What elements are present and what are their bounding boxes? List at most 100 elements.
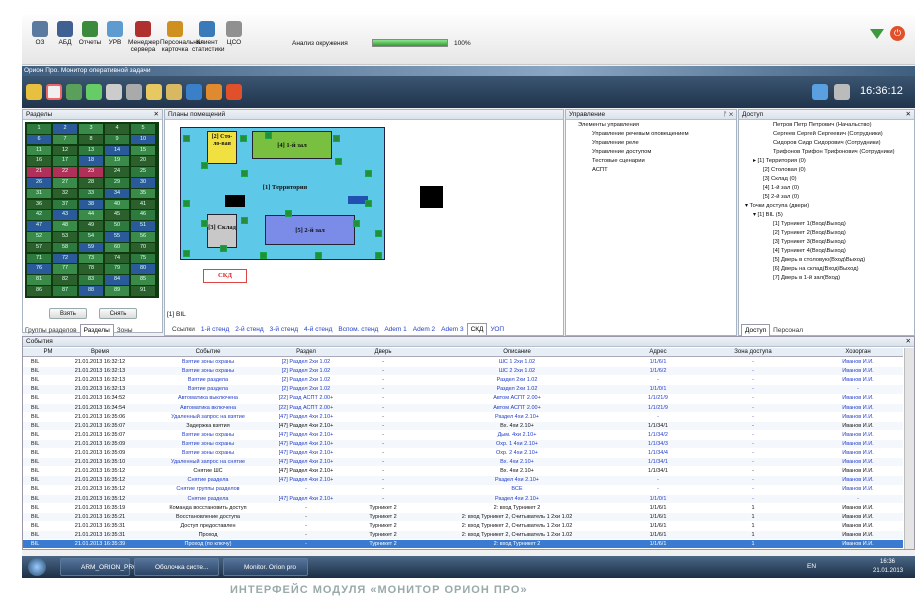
person-item[interactable]: Трифонов Трифон Трифонович (Сотрудники) — [745, 148, 895, 157]
table-row[interactable]: BIL 21.01.2013 16:35:10 Удаленный запрос н… — [23, 458, 903, 467]
access-point-item[interactable]: [1] Турникет 1(Вход\Выход) — [745, 220, 895, 229]
partition-cell[interactable]: 36 — [27, 199, 51, 210]
partition-cell[interactable]: 76 — [27, 264, 51, 274]
partition-cell[interactable]: 16 — [27, 156, 51, 166]
disk-icon[interactable] — [126, 84, 142, 100]
device-marker[interactable] — [201, 220, 208, 227]
partition-cell[interactable]: 21 — [27, 167, 51, 177]
language-indicator[interactable]: EN — [807, 563, 816, 570]
access-point-root[interactable]: ▾ [1] BIL (5) — [745, 211, 895, 220]
control-item[interactable]: Тестовые сценарии — [570, 157, 689, 166]
arrow-down-icon[interactable] — [870, 29, 884, 39]
partition-cell[interactable]: 74 — [105, 253, 129, 264]
table-row[interactable]: BIL 21.01.2013 16:35:12 Снятие раздела [47]… — [23, 494, 903, 503]
partition-cell[interactable]: 85 — [131, 275, 155, 285]
tab-plan[interactable]: 3-й стенд — [267, 324, 301, 335]
device-marker[interactable] — [265, 132, 272, 139]
partition-cell[interactable]: 77 — [53, 264, 77, 274]
partition-cell[interactable]: 22 — [53, 167, 77, 177]
device-marker[interactable] — [353, 220, 360, 227]
partition-cell[interactable]: 17 — [53, 156, 77, 166]
partition-cell[interactable]: 54 — [79, 232, 103, 242]
lock-icon[interactable] — [186, 84, 202, 100]
device-marker[interactable] — [375, 252, 382, 259]
scrollbar[interactable] — [904, 348, 914, 549]
access-point-item[interactable]: [6] Дверь на склад(Вход\Выход) — [745, 265, 895, 274]
table-row[interactable]: BIL 21.01.2013 16:35:39 Проход (по ключу) -… — [23, 540, 903, 549]
table-row[interactable]: BIL 21.01.2013 16:35:06 Удаленный запрос н… — [23, 412, 903, 421]
table-row[interactable]: BIL 21.01.2013 16:35:09 Взятие зоны охраны… — [23, 439, 903, 449]
column-header[interactable]: Событие — [153, 348, 263, 357]
partition-cell[interactable]: 71 — [27, 253, 51, 264]
person-item[interactable]: Сергеев Сергей Сергеевич (Сотрудники) — [745, 130, 895, 139]
control-item[interactable]: Управление речевым оповещением — [570, 130, 689, 139]
taskbar-item[interactable]: ARM_ORION_PRO — [60, 558, 138, 576]
control-item[interactable]: Управление доступом — [570, 148, 689, 157]
table-row[interactable]: BIL 21.01.2013 16:32:13 Взятие раздела [2] … — [23, 385, 903, 394]
close-icon[interactable]: ✕ — [154, 110, 159, 120]
partition-cell[interactable]: 55 — [105, 232, 129, 242]
device-marker[interactable] — [335, 158, 342, 165]
partition-cell[interactable]: 59 — [79, 242, 103, 253]
partition-cell[interactable]: 83 — [79, 275, 103, 285]
partition-cell[interactable]: 57 — [27, 242, 51, 253]
access-point-item[interactable]: [3] Турникет 3(Вход\Выход) — [745, 238, 895, 247]
control-item[interactable]: Элементы управления — [570, 121, 689, 130]
partition-cell[interactable]: 11 — [27, 145, 51, 156]
partition-cell[interactable]: 44 — [79, 210, 103, 220]
column-header[interactable]: Хозорган — [813, 348, 903, 357]
table-row[interactable]: BIL 21.01.2013 16:35:12 Снятие группы разд… — [23, 485, 903, 494]
partition-cell[interactable]: 23 — [79, 167, 103, 177]
column-header[interactable]: Время — [65, 348, 135, 357]
partition-cell[interactable]: 10 — [131, 134, 155, 145]
partition-cell[interactable]: 29 — [105, 178, 129, 188]
table-row[interactable]: BIL 21.01.2013 16:35:09 Взятие зоны охраны… — [23, 449, 903, 458]
toolbar-button[interactable]: Клиент статистики — [192, 21, 225, 53]
table-row[interactable]: BIL 21.01.2013 16:34:54 Автоматика включен… — [23, 403, 903, 412]
device-marker[interactable] — [201, 162, 208, 169]
access-point-item[interactable]: [4] Турникет 4(Вход\Выход) — [745, 247, 895, 256]
access-point-item[interactable]: [5] Дверь в столовую(Вход\Выход) — [745, 256, 895, 265]
partition-cell[interactable]: 49 — [79, 221, 103, 231]
tab-partition-groups[interactable]: Группы разделов — [22, 325, 80, 336]
partition-cell[interactable]: 86 — [27, 286, 51, 296]
device-marker[interactable] — [365, 170, 372, 177]
tab-plan[interactable]: 4-й стенд — [301, 324, 335, 335]
table-row[interactable]: BIL 21.01.2013 16:35:12 Снятие раздела [47]… — [23, 476, 903, 485]
tab-plan[interactable]: Adem 1 — [381, 324, 409, 335]
taskbar-item[interactable]: Monitor. Orion pro — [223, 558, 308, 576]
close-icon[interactable]: ✕ — [906, 337, 911, 347]
partition-cell[interactable]: 51 — [131, 221, 155, 231]
zone-item[interactable]: [4] 1-й зал (0) — [745, 184, 895, 193]
close-icon[interactable]: ✕ — [906, 110, 911, 120]
partition-cell[interactable]: 26 — [27, 178, 51, 188]
power-button-icon[interactable] — [226, 84, 242, 100]
access-points-header[interactable]: ▾ Точки доступа (двери) — [745, 202, 895, 211]
toolbar-button[interactable]: Персональная карточка — [160, 21, 204, 53]
device-marker[interactable] — [183, 135, 190, 142]
device-marker[interactable] — [260, 252, 267, 259]
partition-cell[interactable]: 89 — [105, 286, 129, 296]
partition-cell[interactable]: 48 — [53, 221, 77, 231]
partition-cell[interactable]: 7 — [53, 134, 77, 145]
partition-cell[interactable]: 56 — [131, 232, 155, 242]
toolbar-button[interactable]: Отчеты — [78, 21, 102, 46]
tab-plan[interactable]: Вспом. стенд — [335, 324, 381, 335]
partition-cell[interactable]: 2 — [53, 124, 77, 134]
partition-cell[interactable]: 40 — [105, 199, 129, 210]
partition-cell[interactable]: 19 — [105, 156, 129, 166]
partition-cell[interactable]: 32 — [53, 188, 77, 199]
partition-cell[interactable]: 46 — [131, 210, 155, 220]
power-icon[interactable]: ⏻ — [890, 26, 905, 41]
partition-cell[interactable]: 14 — [105, 145, 129, 156]
clipboard-icon[interactable] — [166, 84, 182, 100]
table-row[interactable]: BIL 21.01.2013 16:35:31 Проход - Турникет 2 2… — [23, 530, 903, 540]
partition-cell[interactable]: 25 — [131, 167, 155, 177]
tab-plan[interactable]: Adem 3 — [438, 324, 466, 335]
toolbar-button[interactable]: Менеджер сервера — [128, 21, 160, 53]
partition-cell[interactable]: 75 — [131, 253, 155, 264]
toolbar-button[interactable]: УРВ — [103, 21, 127, 46]
partition-cell[interactable]: 13 — [79, 145, 103, 156]
table-row[interactable]: BIL 21.01.2013 16:35:07 Задержка взятия [47… — [23, 421, 903, 430]
partition-cell[interactable]: 78 — [79, 264, 103, 274]
